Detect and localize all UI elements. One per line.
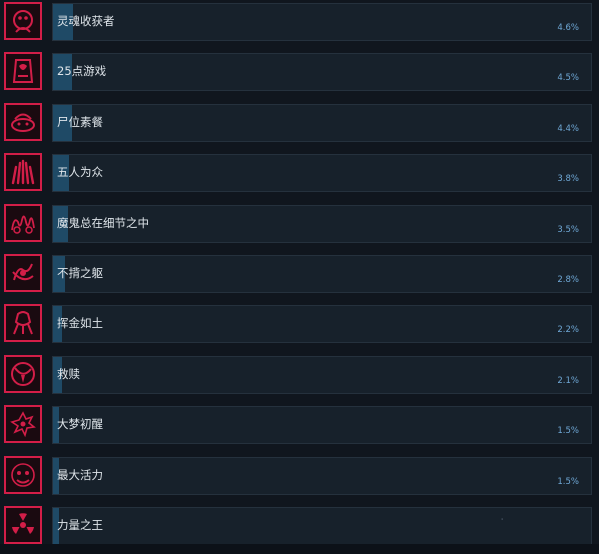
- progress-track: 五人为众 3.8%: [52, 154, 592, 193]
- achievement-percent: 1.5%: [557, 426, 579, 437]
- achievement-name: 尸位素餐: [57, 114, 103, 129]
- achievement-percent: 1.5%: [557, 476, 579, 487]
- progress-track: 最大活力 1.5%: [52, 456, 592, 495]
- achievement-row[interactable]: 不揹之躯 2.8%: [0, 253, 599, 298]
- devil-details-icon: [4, 203, 42, 242]
- achievement-percent: 4.4%: [557, 123, 579, 134]
- achievement-name: 挥金如土: [57, 316, 103, 331]
- achievement-name: 救赎: [57, 366, 80, 381]
- achievement-percent: 4.6%: [557, 23, 579, 33]
- list-bottom-edge: [0, 544, 599, 554]
- redemption-icon: [4, 354, 42, 393]
- achievement-row[interactable]: 大梦初醒 1.5%: [0, 404, 599, 449]
- progress-track: 尸位素餐 4.4%: [52, 103, 592, 142]
- five-hands-icon: [4, 153, 42, 192]
- progress-track: 力量之王: [52, 507, 592, 545]
- achievement-name: 五人为众: [57, 165, 103, 180]
- progress-track: 不揹之躯 2.8%: [52, 255, 592, 293]
- achievement-row[interactable]: 最大活力 1.5%: [0, 455, 599, 500]
- progress-track: 挥金如土 2.2%: [52, 305, 592, 344]
- achievement-row[interactable]: 挥金如土 2.2%: [0, 303, 599, 348]
- achievement-name: 大梦初醒: [57, 417, 103, 432]
- achievement-name: 灵魂收获者: [57, 14, 115, 28]
- soul-reaper-icon: [4, 2, 42, 40]
- achievement-row[interactable]: 尸位素餐 4.4%: [0, 102, 599, 147]
- progress-track: 灵魂收获者 4.6%: [52, 3, 592, 41]
- achievement-row[interactable]: 25点游戏 4.5%: [0, 51, 599, 96]
- achievement-percent: 2.8%: [557, 275, 579, 285]
- progress-track: 魔鬼总在细节之中 3.5%: [52, 204, 592, 243]
- achievement-name: 最大活力: [57, 467, 103, 482]
- achievement-row[interactable]: 救赎 2.1%: [0, 354, 599, 399]
- progress-track: 25点游戏 4.5%: [52, 53, 592, 92]
- achievement-row[interactable]: 五人为众 3.8%: [0, 152, 599, 197]
- achievement-row[interactable]: 魔鬼总在细节之中 3.5%: [0, 203, 599, 248]
- achievement-name: 魔鬼总在细节之中: [57, 215, 149, 230]
- vitality-icon: [4, 455, 42, 494]
- radiation-icon: [4, 506, 42, 544]
- feast-icon: [4, 102, 42, 141]
- achievement-percent: 3.5%: [557, 224, 579, 235]
- awaken-icon: [4, 405, 42, 444]
- body-icon: [4, 254, 42, 292]
- achievement-list: 灵魂收获者 4.6% 25点游戏 4.5% 尸位素餐 4.4% 五人为众 3.8% 魔鬼总在细节…: [0, 0, 599, 554]
- blackjack-icon: [4, 52, 42, 91]
- achievement-percent: 3.8%: [557, 174, 579, 185]
- progress-track: 大梦初醒 1.5%: [52, 406, 592, 445]
- cursor-mark-icon: ·: [500, 512, 505, 528]
- progress-track: 救赎 2.1%: [52, 355, 592, 394]
- achievement-row[interactable]: 灵魂收获者 4.6%: [0, 1, 599, 46]
- gold-icon: [4, 304, 42, 343]
- achievement-name: 力量之王: [57, 518, 103, 532]
- achievement-name: 25点游戏: [57, 64, 107, 79]
- achievement-percent: 4.5%: [557, 73, 579, 84]
- achievement-percent: 2.1%: [557, 375, 579, 386]
- achievement-name: 不揹之躯: [57, 266, 103, 280]
- achievement-percent: 2.2%: [557, 325, 579, 336]
